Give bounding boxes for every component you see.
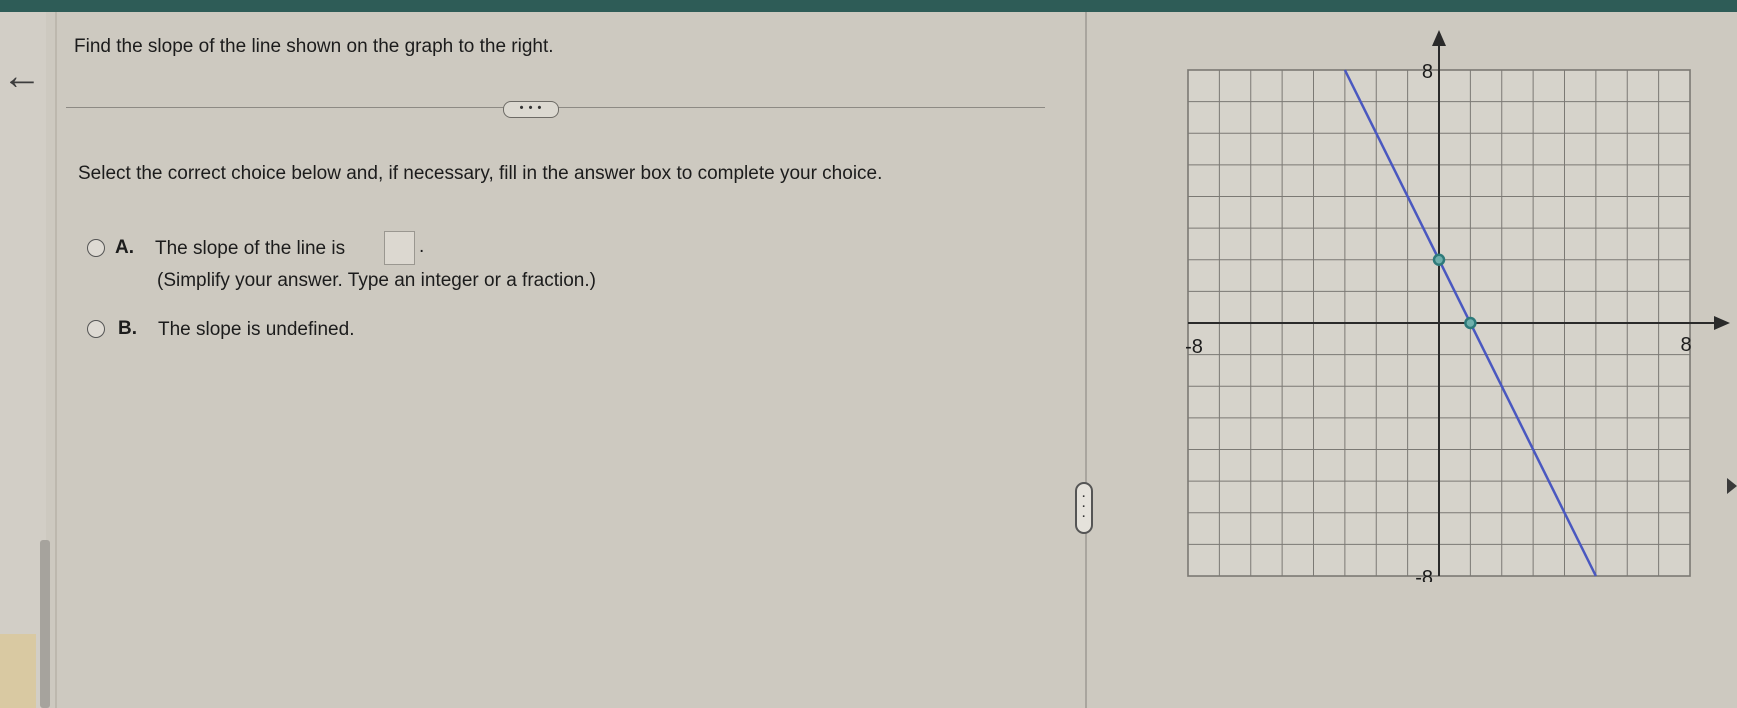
x-max-label: 8 xyxy=(1680,334,1691,356)
splitter-handle-icon[interactable]: · · · xyxy=(1075,482,1093,534)
instructions-text: Select the correct choice below and, if … xyxy=(78,163,883,184)
coordinate-graph: 8 -8 -8 8 xyxy=(1185,30,1730,582)
choice-a-radio[interactable] xyxy=(87,239,105,257)
y-max-label: 8 xyxy=(1422,61,1433,83)
choice-a-period: . xyxy=(419,236,425,257)
choice-b-text: The slope is undefined. xyxy=(158,319,355,340)
top-bar xyxy=(0,0,1737,12)
back-arrow-icon[interactable]: ← xyxy=(2,56,42,96)
choice-b-radio[interactable] xyxy=(87,320,105,338)
slope-answer-box[interactable] xyxy=(384,231,415,265)
choice-a-letter: A. xyxy=(115,237,134,258)
choice-a-hint: (Simplify your answer. Type an integer o… xyxy=(157,270,596,291)
cursor-icon xyxy=(1727,478,1737,494)
pane-divider xyxy=(1085,12,1087,708)
more-button[interactable]: • • • xyxy=(503,101,559,118)
graph-point xyxy=(1464,316,1477,330)
corner-tab xyxy=(0,634,36,708)
y-axis-arrow-icon xyxy=(1432,30,1446,46)
graph-point xyxy=(1432,253,1446,266)
choice-b-letter: B. xyxy=(118,318,137,339)
y-min-label: -8 xyxy=(1415,567,1433,582)
question-prompt: Find the slope of the line shown on the … xyxy=(74,36,554,57)
x-min-label: -8 xyxy=(1185,336,1203,358)
rail-divider xyxy=(55,12,57,708)
x-axis-arrow-icon xyxy=(1714,316,1730,330)
scrollbar-thumb[interactable] xyxy=(40,540,50,708)
choice-a-text: The slope of the line is xyxy=(155,238,346,259)
